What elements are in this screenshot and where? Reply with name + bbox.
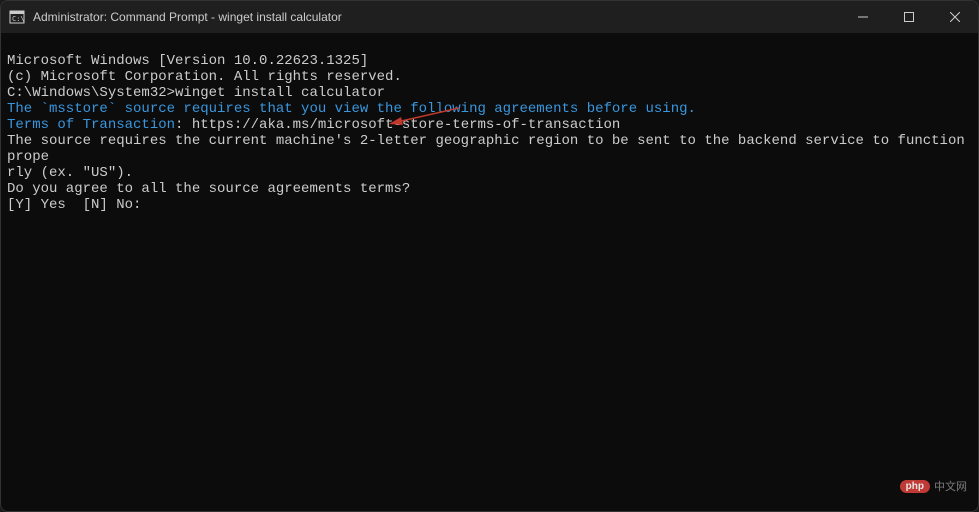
svg-text:C:\: C:\ [12,15,25,23]
version-line: Microsoft Windows [Version 10.0.22623.13… [7,53,972,69]
prompt-path: C:\Windows\System32> [7,85,175,101]
titlebar[interactable]: C:\ Administrator: Command Prompt - wing… [1,1,978,33]
window-title: Administrator: Command Prompt - winget i… [33,10,840,24]
terms-separator: : [175,117,192,133]
command-text: winget install calculator [175,85,385,101]
maximize-button[interactable] [886,1,932,33]
region-notice-1: The source requires the current machine'… [7,133,972,165]
watermark-badge: php [900,480,930,493]
close-button[interactable] [932,1,978,33]
cmd-icon: C:\ [9,9,25,25]
watermark-text: 中文网 [934,478,967,494]
terms-label: Terms of Transaction [7,117,175,133]
command-prompt-window: C:\ Administrator: Command Prompt - wing… [0,0,979,512]
copyright-line: (c) Microsoft Corporation. All rights re… [7,69,972,85]
agreement-question: Do you agree to all the source agreement… [7,181,972,197]
minimize-button[interactable] [840,1,886,33]
prompt-line: C:\Windows\System32>winget install calcu… [7,85,972,101]
region-notice-2: rly (ex. "US"). [7,165,972,181]
terms-url: https://aka.ms/microsoft-store-terms-of-… [192,117,620,133]
yes-no-options: [Y] Yes [N] No: [7,197,972,213]
terminal-output[interactable]: Microsoft Windows [Version 10.0.22623.13… [1,33,978,511]
watermark: php 中文网 [900,478,967,494]
terms-line: Terms of Transaction: https://aka.ms/mic… [7,117,972,133]
window-controls [840,1,978,33]
msstore-notice: The `msstore` source requires that you v… [7,101,972,117]
